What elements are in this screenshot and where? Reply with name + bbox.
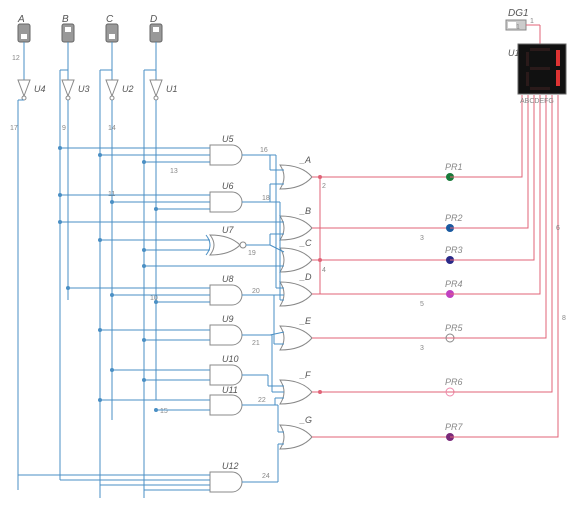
probe-PR1: PR1 xyxy=(445,162,463,181)
gate-U8: U8 xyxy=(210,274,242,305)
or-B: _B xyxy=(280,206,312,240)
gate-U6: U6 xyxy=(210,181,242,212)
gate-U5-label: U5 xyxy=(222,134,234,144)
net-24: 24 xyxy=(262,473,270,480)
gate-U6-label: U6 xyxy=(222,181,234,191)
net-19: 19 xyxy=(248,250,256,257)
or-G: _G xyxy=(280,415,312,449)
net-18: 18 xyxy=(262,195,270,202)
net-14: 14 xyxy=(108,125,116,132)
probe-PR5: PR5 xyxy=(445,323,464,342)
pin-12: 12 xyxy=(12,55,20,62)
inverter-U1: U1 xyxy=(150,80,178,100)
probe-PR6-label: PR6 xyxy=(445,377,463,387)
or-C-label: _C xyxy=(299,238,312,248)
or-D: _D xyxy=(280,272,312,306)
gate-U12-label: U12 xyxy=(222,461,239,471)
gate-U11-label: U11 xyxy=(222,385,238,395)
driver-DG1: DG1 1 1 xyxy=(506,8,540,44)
or-G-label: _G xyxy=(299,415,312,425)
probe-PR4-label: PR4 xyxy=(445,279,463,289)
probe-PR7-label: PR7 xyxy=(445,422,464,432)
or-A-label: _A xyxy=(299,155,311,165)
net-9: 9 xyxy=(62,125,66,132)
or-D-label: _D xyxy=(299,272,312,282)
gate-U10-label: U10 xyxy=(222,354,239,364)
probe-PR3-label: PR3 xyxy=(445,245,463,255)
inverter-U2: U2 xyxy=(106,80,134,100)
net-21: 21 xyxy=(252,340,260,347)
net-15: 15 xyxy=(160,408,168,415)
net-20: 20 xyxy=(252,288,260,295)
driver-DG1-label: DG1 xyxy=(508,8,529,19)
gate-U10: U10 xyxy=(210,354,242,385)
gate-U5: U5 xyxy=(210,134,242,165)
inverter-U2-label: U2 xyxy=(122,84,134,94)
probe-PR6: PR6 xyxy=(445,377,463,396)
net-13: 13 xyxy=(170,168,178,175)
gate-U9: U9 xyxy=(210,314,242,345)
seven-seg-pins: ABCDEFG xyxy=(520,98,554,105)
input-B-label: B xyxy=(62,14,69,25)
probe-PR2: PR2 xyxy=(445,213,463,232)
p2: 2 xyxy=(322,183,326,190)
or-B-label: _B xyxy=(299,206,311,216)
net-16: 16 xyxy=(260,147,268,154)
input-C-label: C xyxy=(106,14,114,25)
or-F-label: _F xyxy=(299,370,311,380)
p6: 6 xyxy=(556,225,560,232)
probe-PR2-label: PR2 xyxy=(445,213,463,223)
inverter-U4: U4 xyxy=(18,80,46,100)
input-A[interactable]: A 12 xyxy=(12,14,30,80)
or-E-label: _E xyxy=(299,316,312,326)
inverter-U3-label: U3 xyxy=(78,84,90,94)
gate-U8-label: U8 xyxy=(222,274,234,284)
gate-U11: U11 xyxy=(210,385,242,415)
probe-PR3: PR3 xyxy=(445,245,463,264)
probe-PR1-label: PR1 xyxy=(445,162,463,172)
p1: 1 xyxy=(530,18,534,25)
gate-U12: U12 xyxy=(210,461,242,492)
or-E: _E xyxy=(280,316,312,350)
inverter-U3: U3 xyxy=(62,80,90,100)
net-22: 22 xyxy=(258,397,266,404)
p5: 5 xyxy=(420,301,424,308)
gate-U7: U7 xyxy=(206,225,246,255)
input-D-label: D xyxy=(150,14,157,25)
gate-U9-label: U9 xyxy=(222,314,234,324)
input-A-label: A xyxy=(17,14,25,25)
inverter-U1-label: U1 xyxy=(166,84,178,94)
or-A: _A xyxy=(280,155,312,189)
probe-PR5-label: PR5 xyxy=(445,323,464,333)
probe-PR7: PR7 xyxy=(445,422,464,441)
net-17: 17 xyxy=(10,125,18,132)
inverter-U4-label: U4 xyxy=(34,84,46,94)
dg1-value: 1 xyxy=(516,24,520,31)
p3b: 3 xyxy=(420,345,424,352)
or-F: _F xyxy=(280,370,312,404)
p8: 8 xyxy=(562,315,566,322)
p3a: 3 xyxy=(420,235,424,242)
probe-PR4: PR4 xyxy=(445,279,463,298)
gate-U7-label: U7 xyxy=(222,225,234,235)
or-C: _C xyxy=(280,238,312,272)
seven-segment-U18: U18 ABCDEFG xyxy=(508,44,566,105)
p4: 4 xyxy=(322,267,326,274)
